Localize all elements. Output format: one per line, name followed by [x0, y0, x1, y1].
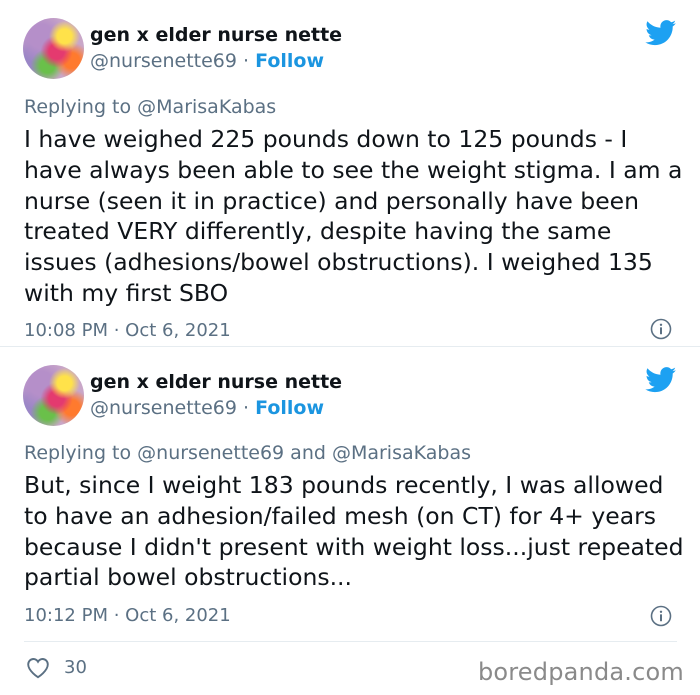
tweet-text: I have weighed 225 pounds down to 125 po… — [24, 125, 683, 307]
tweet-time[interactable]: 10:12 PM — [24, 605, 108, 626]
heart-icon[interactable] — [26, 657, 50, 679]
separator: · — [107, 605, 126, 626]
tweet-card: gen x elder nurse nette @nursenette69 · … — [0, 0, 700, 346]
replying-to[interactable]: Replying to @nursenette69 and @MarisaKab… — [24, 442, 471, 464]
twitter-bird-icon[interactable] — [645, 20, 677, 46]
author-name[interactable]: gen x elder nurse nette — [90, 371, 342, 393]
like-count[interactable]: 30 — [64, 657, 87, 678]
tweet-text: But, since I weight 183 pounds recently,… — [24, 471, 684, 592]
replying-to[interactable]: Replying to @MarisaKabas — [24, 96, 276, 118]
info-icon[interactable] — [650, 605, 672, 627]
author-handle[interactable]: @nursenette69 — [90, 397, 237, 419]
tweet-timestamp[interactable]: 10:12 PM · Oct 6, 2021 — [24, 605, 231, 626]
separator: · — [236, 50, 256, 72]
author-handle-line: @nursenette69 · Follow — [90, 397, 324, 419]
separator: · — [107, 320, 126, 341]
author-name[interactable]: gen x elder nurse nette — [90, 24, 342, 46]
follow-button[interactable]: Follow — [255, 397, 324, 419]
tweet-time[interactable]: 10:08 PM — [24, 320, 108, 341]
tweet-date[interactable]: Oct 6, 2021 — [125, 605, 231, 626]
author-handle[interactable]: @nursenette69 — [90, 50, 237, 72]
twitter-bird-icon[interactable] — [645, 367, 677, 393]
author-handle-line: @nursenette69 · Follow — [90, 50, 324, 72]
avatar[interactable] — [23, 365, 84, 426]
tweet-card: gen x elder nurse nette @nursenette69 · … — [0, 347, 700, 647]
follow-button[interactable]: Follow — [255, 50, 324, 72]
tweet-timestamp[interactable]: 10:08 PM · Oct 6, 2021 — [24, 320, 231, 341]
watermark: boredpanda.com — [477, 658, 684, 686]
info-icon[interactable] — [650, 318, 672, 340]
avatar[interactable] — [23, 18, 84, 79]
tweet-date[interactable]: Oct 6, 2021 — [125, 320, 231, 341]
action-divider — [24, 641, 677, 642]
separator: · — [236, 397, 256, 419]
